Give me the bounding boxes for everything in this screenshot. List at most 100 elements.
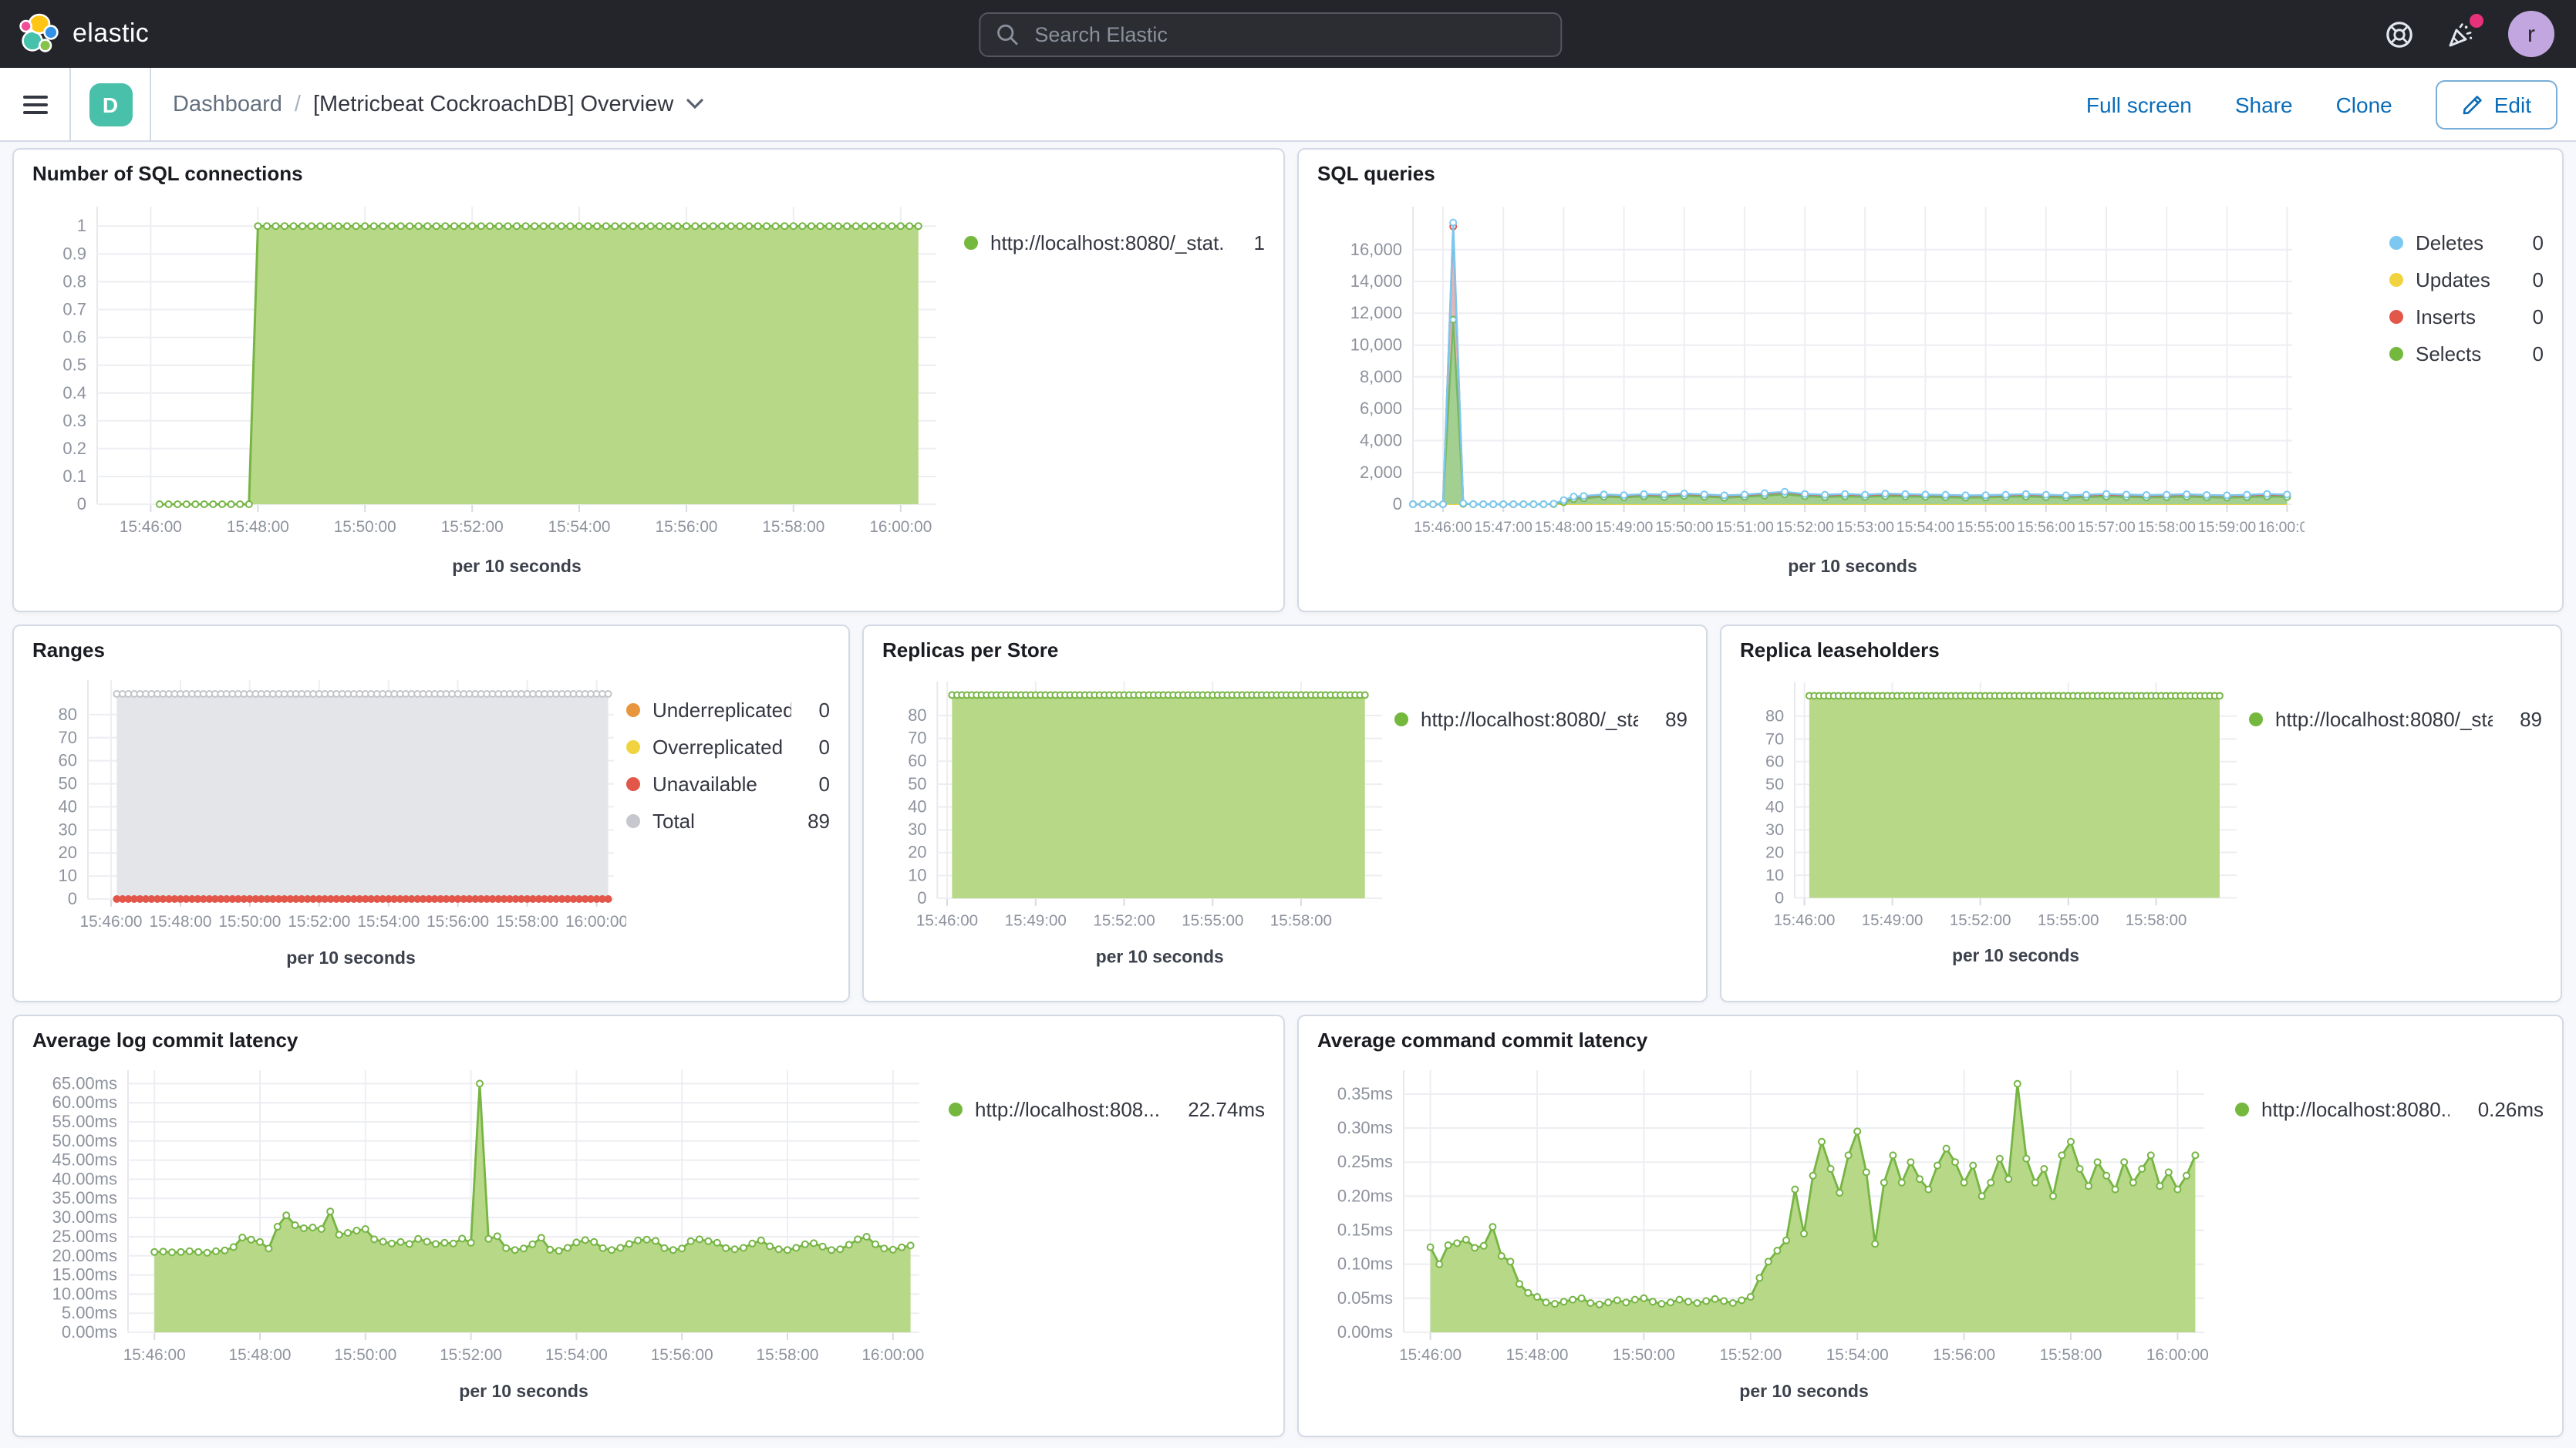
svg-text:0.25ms: 0.25ms [1337,1152,1393,1171]
legend-dot [2249,712,2263,726]
svg-text:1: 1 [77,216,86,235]
svg-text:5.00ms: 5.00ms [62,1303,117,1322]
elastic-logo[interactable]: elastic [0,12,149,56]
legend-item[interactable]: Underreplicated0 [626,699,830,722]
svg-text:10: 10 [1765,865,1784,884]
svg-text:10,000: 10,000 [1350,335,1402,355]
panel-title: Ranges [32,638,830,662]
svg-text:16:00:00: 16:00:00 [2258,519,2305,536]
svg-text:15:54:00: 15:54:00 [548,518,611,536]
ranges-chart[interactable]: 15:46:0015:48:0015:50:0015:52:0015:54:00… [32,665,626,973]
legend-item[interactable]: Overreplicated0 [626,736,830,759]
panel-sql-connections: Number of SQL connections 15:46:00 15:48:… [12,148,1285,612]
svg-text:15:59:00: 15:59:00 [2198,519,2257,536]
dashboard-title[interactable]: [Metricbeat CockroachDB] Overview [313,92,703,116]
svg-text:80: 80 [908,705,926,725]
command-commit-latency-chart[interactable]: 15:46:0015:48:0015:50:0015:52:0015:54:00… [1317,1055,2220,1406]
legend-value: 0 [2517,268,2544,291]
legend-item[interactable]: Inserts0 [2389,305,2544,328]
legend-item[interactable]: http://localhost:8080/_sta...89 [1394,708,1688,731]
user-avatar[interactable]: r [2508,11,2554,57]
svg-text:16:00:00: 16:00:00 [861,1346,924,1364]
svg-text:0.15ms: 0.15ms [1337,1221,1393,1240]
svg-text:50: 50 [908,774,926,793]
svg-text:15:46:00: 15:46:00 [120,518,182,536]
svg-text:30: 30 [59,820,77,839]
legend: http://localhost:808...22.74ms [949,1098,1265,1135]
legend-value: 0 [804,699,830,722]
svg-text:0.4: 0.4 [62,383,86,402]
svg-text:0.05ms: 0.05ms [1337,1288,1393,1308]
legend-item[interactable]: http://localhost:8080/_sta...89 [2249,708,2542,731]
svg-text:15:48:00: 15:48:00 [1535,519,1593,536]
svg-text:per 10 seconds: per 10 seconds [1739,1381,1868,1401]
menu-button[interactable] [0,68,71,140]
search-input[interactable] [1031,21,1545,47]
svg-text:16,000: 16,000 [1350,240,1402,259]
svg-text:35.00ms: 35.00ms [52,1188,117,1207]
svg-text:15:48:00: 15:48:00 [229,1346,292,1364]
legend-item[interactable]: Deletes0 [2389,231,2544,254]
sql-connections-chart[interactable]: 15:46:0015:48:0015:50:0015:52:0015:54:00… [32,188,952,581]
svg-text:14,000: 14,000 [1350,271,1402,291]
share-button[interactable]: Share [2235,92,2293,116]
edit-button-label: Edit [2494,92,2531,116]
svg-text:15:56:00: 15:56:00 [427,913,489,931]
legend-item[interactable]: http://localhost:8080/_stat...1 [964,231,1265,254]
svg-text:60: 60 [1765,752,1784,771]
replicas-per-store-chart[interactable]: 15:46:0015:49:0015:52:0015:55:0015:58:00… [882,665,1394,973]
svg-text:70: 70 [1765,729,1784,748]
clone-button[interactable]: Clone [2336,92,2392,116]
pencil-icon [2462,93,2483,115]
svg-text:4,000: 4,000 [1360,430,1402,450]
replica-leaseholders-chart[interactable]: 15:46:0015:49:0015:52:0015:55:0015:58:00… [1740,665,2249,973]
lifebuoy-icon [2385,19,2414,49]
svg-text:15:49:00: 15:49:00 [1595,519,1654,536]
svg-text:15:46:00: 15:46:00 [123,1346,186,1364]
legend-dot [626,703,640,717]
svg-text:15:50:00: 15:50:00 [1613,1346,1675,1364]
legend: http://localhost:8080...0.26ms [2235,1098,2544,1135]
svg-text:15:51:00: 15:51:00 [1715,519,1774,536]
panel-title: Number of SQL connections [32,162,1265,185]
legend-item[interactable]: Selects0 [2389,342,2544,365]
svg-text:0.9: 0.9 [62,244,86,263]
svg-text:15:47:00: 15:47:00 [1474,519,1532,536]
svg-text:15:52:00: 15:52:00 [288,913,350,931]
sql-queries-chart[interactable]: 15:46:0015:47:0015:48:0015:49:0015:50:00… [1317,188,2305,581]
full-screen-button[interactable]: Full screen [2086,92,2192,116]
legend-value: 0 [804,736,830,759]
panel-replica-leaseholders: Replica leaseholders 15:46:0015:49:0015:… [1720,625,2562,1002]
svg-text:60: 60 [59,751,77,770]
svg-text:10: 10 [908,865,926,884]
svg-text:15:56:00: 15:56:00 [2017,519,2075,536]
legend-label: http://localhost:8080/_sta... [1421,708,1637,731]
help-button[interactable] [2385,19,2414,49]
svg-text:0: 0 [68,889,77,908]
news-feed-button[interactable] [2446,19,2476,49]
legend-dot [2235,1103,2249,1116]
legend-item[interactable]: Unavailable0 [626,773,830,796]
panel-log-commit-latency: Average log commit latency 15:46:0015:48… [12,1015,1285,1437]
legend-item[interactable]: Updates0 [2389,268,2544,291]
search-icon [996,22,1019,45]
svg-text:30.00ms: 30.00ms [52,1207,117,1227]
svg-text:per 10 seconds: per 10 seconds [459,1381,588,1401]
legend-dot [626,777,640,791]
breadcrumb-dashboard-link[interactable]: Dashboard [173,92,282,116]
dashboard-app-badge[interactable]: D [89,83,132,126]
legend-item[interactable]: http://localhost:8080...0.26ms [2235,1098,2544,1121]
svg-text:0.00ms: 0.00ms [62,1322,117,1342]
log-commit-latency-chart[interactable]: 15:46:0015:48:0015:50:0015:52:0015:54:00… [32,1055,935,1406]
svg-text:15:52:00: 15:52:00 [1093,912,1155,930]
svg-text:15:52:00: 15:52:00 [441,518,504,536]
svg-text:15:52:00: 15:52:00 [1719,1346,1782,1364]
svg-text:15:48:00: 15:48:00 [227,518,289,536]
global-search[interactable] [979,12,1562,56]
legend-item[interactable]: Total89 [626,810,830,833]
legend-value: 89 [792,810,830,833]
svg-text:15:54:00: 15:54:00 [545,1346,608,1364]
legend-item[interactable]: http://localhost:808...22.74ms [949,1098,1265,1121]
edit-button[interactable]: Edit [2436,79,2557,129]
top-header-bar: elastic [0,0,2576,68]
